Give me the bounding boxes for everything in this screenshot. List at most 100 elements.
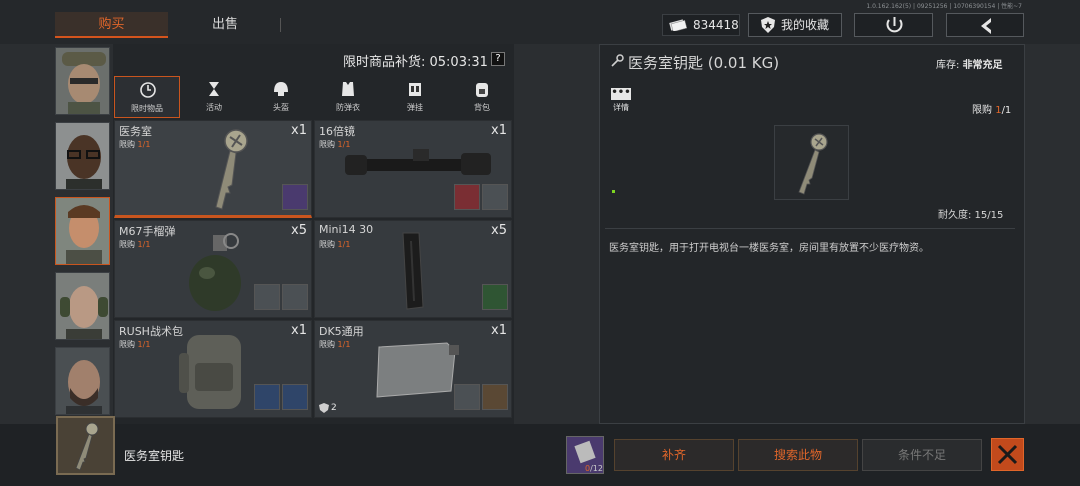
operator-portrait-icon — [56, 273, 109, 339]
category-label: 防弹衣 — [336, 103, 360, 112]
key-icon — [75, 422, 99, 471]
item-limit: 限购 1/1 — [119, 240, 151, 249]
event-icon — [209, 82, 219, 96]
item-name: 医务室 — [119, 125, 152, 138]
operator-portrait-icon — [56, 123, 109, 189]
tube-icon — [454, 384, 480, 410]
restock-timer: 限时商品补货: 05:03:31 — [343, 55, 488, 70]
power-icon — [886, 17, 903, 33]
item-name: RUSH战术包 — [119, 325, 183, 338]
item-preview — [774, 125, 849, 200]
pliers-icon — [482, 384, 508, 410]
divider — [605, 228, 1015, 229]
portrait-selected[interactable] — [55, 197, 110, 265]
item-quantity: x1 — [491, 123, 507, 138]
category-limited[interactable]: 限时物品 — [114, 76, 180, 118]
search-item-button[interactable]: 搜索此物 — [738, 439, 858, 471]
item-quantity: x1 — [491, 323, 507, 338]
status-dot — [612, 190, 615, 193]
rig-icon — [409, 83, 421, 96]
item-limit: 限购 1/1 — [119, 340, 151, 349]
category-vest[interactable]: 防弹衣 — [315, 76, 381, 118]
power-button[interactable] — [854, 13, 933, 37]
notebook-icon — [574, 440, 596, 464]
tab-buy[interactable]: 购买 — [55, 12, 168, 38]
soldier-portrait-icon — [56, 48, 109, 114]
stock-status: 库存: 非常充足 — [936, 60, 1003, 71]
item-name: DK5通用 — [319, 325, 364, 338]
category-label: 背包 — [474, 103, 490, 112]
shop-item-scope[interactable]: 16倍镜 限购 1/1 x1 — [314, 120, 512, 218]
operator-portrait-icon — [56, 198, 109, 264]
tab-divider — [280, 18, 281, 32]
item-quantity: x5 — [491, 223, 507, 238]
scope-icon — [345, 149, 491, 175]
more-icon: ••• — [611, 87, 631, 100]
category-event[interactable]: 活动 — [181, 76, 247, 118]
item-name: 16倍镜 — [319, 125, 355, 138]
mine-icon — [482, 284, 508, 310]
category-backpack[interactable]: 背包 — [449, 76, 515, 118]
cost-count: 0/12 — [585, 464, 603, 473]
item-quantity: x1 — [291, 123, 307, 138]
item-name: Mini14 30 — [319, 223, 374, 236]
detail-tab[interactable]: ••• 详情 — [609, 88, 633, 113]
close-button[interactable] — [991, 438, 1024, 471]
selected-item-thumb — [56, 416, 115, 475]
help-icon[interactable]: ? — [491, 52, 505, 66]
rifle-icon — [254, 384, 280, 410]
item-limit: 限购 1/1 — [319, 340, 351, 349]
buy-disabled-button[interactable]: 条件不足 — [862, 439, 982, 471]
shop-item-medkey[interactable]: 医务室 限购 1/1 x1 — [114, 120, 312, 218]
key-icon — [798, 133, 828, 195]
armor-icon — [319, 403, 329, 413]
back-button[interactable] — [946, 13, 1024, 37]
category-rig[interactable]: 弹挂 — [382, 76, 448, 118]
shop-item-grenade[interactable]: M67手榴弹 限购 1/1 x5 — [114, 220, 312, 318]
durability: 耐久度: 15/15 — [938, 210, 1004, 221]
category-label: 活动 — [206, 103, 222, 112]
tube-icon — [282, 284, 308, 310]
item-description: 医务室钥匙，用于打开电视台一楼医务室，房间里有放置不少医疗物资。 — [609, 243, 929, 254]
shop-item-shield[interactable]: DK5通用 限购 1/1 x1 2 — [314, 320, 512, 418]
category-label: 弹挂 — [407, 103, 423, 112]
item-limit: 限购 1/1 — [119, 140, 151, 149]
shield-item-icon — [376, 342, 459, 398]
version-text: 1.0.162.162(5) | 09251256 | 10706390154 … — [866, 3, 1022, 10]
tab-sell[interactable]: 出售 — [170, 12, 280, 38]
category-label: 限时物品 — [131, 104, 163, 113]
key-icon — [215, 129, 248, 210]
favorites-button[interactable]: 我的收藏 — [748, 13, 842, 37]
item-quantity: x1 — [291, 323, 307, 338]
item-name: M67手榴弹 — [119, 225, 176, 238]
shop-item-backpack[interactable]: RUSH战术包 限购 1/1 x1 — [114, 320, 312, 418]
category-label: 头盔 — [273, 103, 289, 112]
portrait-beard[interactable] — [55, 347, 110, 415]
helmet-icon — [274, 82, 288, 96]
cost-item: 0/12 — [566, 436, 604, 474]
notebook-icon — [282, 184, 308, 210]
purchase-limit: 限购 1/1 — [972, 105, 1012, 116]
shop-item-magazine[interactable]: Mini14 30 限购 1/1 x5 — [314, 220, 512, 318]
portrait-soldier-cap[interactable] — [55, 47, 110, 115]
detail-title: 医务室钥匙 (0.01 KG) — [628, 54, 780, 72]
portrait-glasses[interactable] — [55, 122, 110, 190]
detail-panel — [599, 44, 1025, 424]
backpack-icon — [476, 83, 488, 97]
currency-display: 834418 — [662, 14, 740, 36]
rifle-icon — [282, 384, 308, 410]
category-helmet[interactable]: 头盔 — [248, 76, 314, 118]
key-small-icon — [611, 54, 624, 67]
clock-icon — [140, 82, 156, 98]
close-icon — [997, 444, 1018, 465]
fill-button[interactable]: 补齐 — [614, 439, 734, 471]
magazine-icon — [402, 232, 424, 310]
selected-item-name: 医务室钥匙 — [124, 449, 185, 463]
chevron-left-icon — [981, 18, 991, 34]
operator-portrait-icon — [56, 348, 109, 414]
cylinder-icon — [482, 184, 508, 210]
portrait-earmuffs[interactable] — [55, 272, 110, 340]
armor-level: 2 — [331, 403, 337, 413]
shield-star-icon — [761, 17, 775, 33]
backpack-item-icon — [179, 335, 241, 409]
